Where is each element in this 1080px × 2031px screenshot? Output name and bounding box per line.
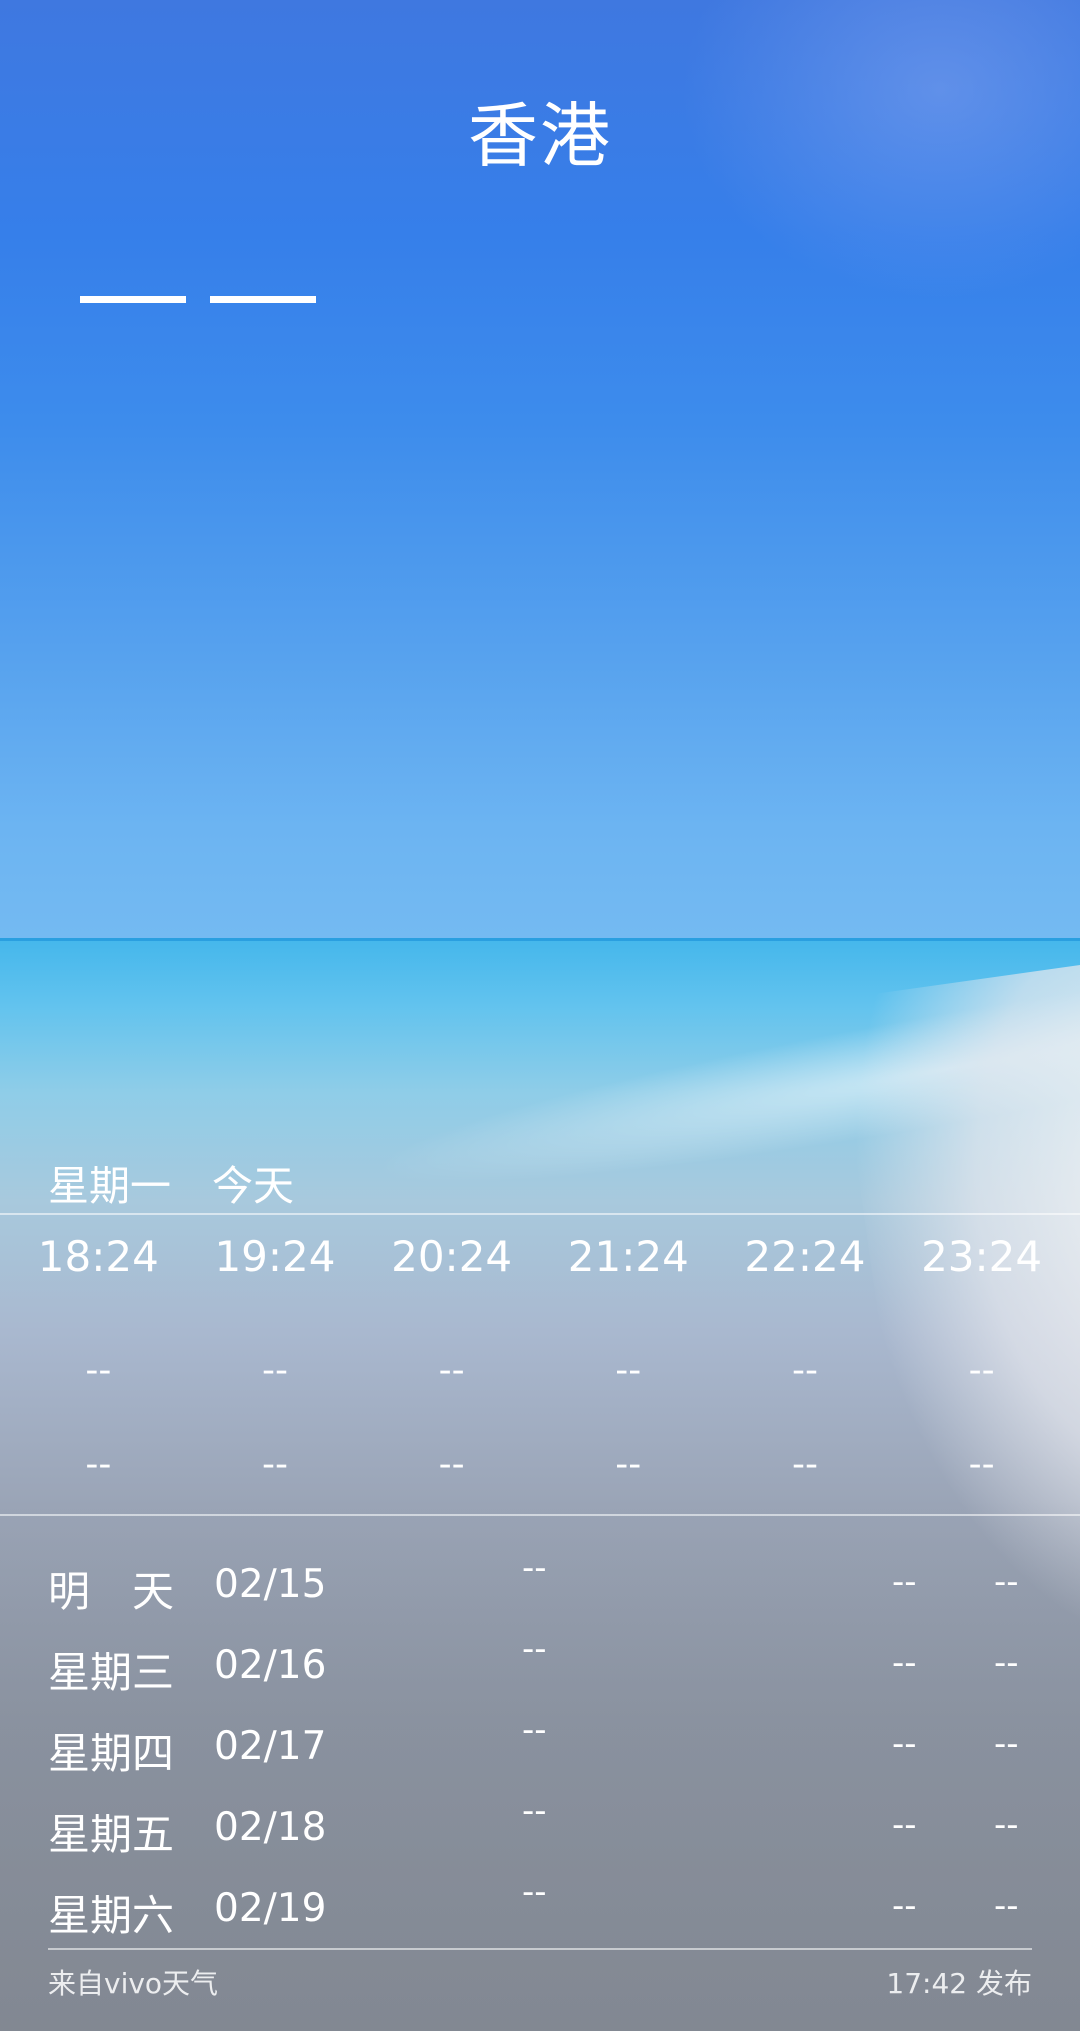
daily-forecast: 明 天 02/15 -- -- -- 星期三 02/16 -- -- -- 星期…: [0, 1548, 1080, 1953]
day-condition: --: [522, 1791, 547, 1831]
hour-column: 21:24 -- --: [548, 1226, 708, 1512]
hour-time: 19:24: [214, 1232, 336, 1281]
hour-value: --: [261, 1444, 288, 1485]
hour-value: --: [438, 1350, 465, 1391]
day-name: 星期四: [48, 1729, 175, 1778]
day-date: 02/19: [214, 1886, 327, 1931]
hour-column: 23:24 -- --: [902, 1226, 1062, 1512]
day-high-temp: --: [994, 1562, 1019, 1602]
hour-value: --: [85, 1350, 112, 1391]
today-weekday: 星期一: [48, 1162, 171, 1210]
hour-column: 19:24 -- --: [195, 1226, 355, 1512]
hour-value: --: [438, 1444, 465, 1485]
day-low-temp: --: [892, 1562, 917, 1602]
horizon: [0, 938, 1080, 941]
today-row: 星期一 今天: [48, 1152, 322, 1212]
day-row[interactable]: 星期六 02/19 -- -- --: [0, 1872, 1080, 1953]
day-date: 02/16: [214, 1643, 327, 1688]
hour-value: --: [85, 1444, 112, 1485]
day-name: 星期六: [48, 1891, 175, 1940]
day-condition: --: [522, 1629, 547, 1669]
hour-column: 20:24 -- --: [372, 1226, 532, 1512]
hour-time: 21:24: [567, 1232, 689, 1281]
day-high-temp: --: [994, 1805, 1019, 1845]
temperature-placeholder-dash: [80, 296, 186, 303]
day-row[interactable]: 星期四 02/17 -- -- --: [0, 1710, 1080, 1791]
hour-value: --: [791, 1444, 818, 1485]
day-name: 明 天: [48, 1567, 175, 1616]
day-low-temp: --: [892, 1805, 917, 1845]
hour-time: 22:24: [744, 1232, 866, 1281]
source-link[interactable]: 来自vivo天气: [48, 1962, 218, 2002]
day-low-temp: --: [892, 1724, 917, 1764]
hour-time: 18:24: [37, 1232, 159, 1281]
hour-time: 20:24: [391, 1232, 513, 1281]
hour-time: 23:24: [921, 1232, 1043, 1281]
temperature-placeholder-dash: [210, 296, 316, 303]
day-high-temp: --: [994, 1724, 1019, 1764]
day-high-temp: --: [994, 1643, 1019, 1683]
hour-column: 18:24 -- --: [18, 1226, 178, 1512]
day-low-temp: --: [892, 1643, 917, 1683]
divider: [0, 1213, 1080, 1215]
hourly-forecast[interactable]: 18:24 -- -- 19:24 -- -- 20:24 -- -- 21:2…: [0, 1226, 1080, 1512]
day-row[interactable]: 明 天 02/15 -- -- --: [0, 1548, 1080, 1629]
day-name: 星期三: [48, 1648, 175, 1697]
hour-value: --: [968, 1350, 995, 1391]
day-date: 02/15: [214, 1562, 327, 1607]
today-label: 今天: [212, 1162, 295, 1210]
hour-column: 22:24 -- --: [725, 1226, 885, 1512]
city-name[interactable]: 香港: [0, 80, 1080, 181]
day-condition: --: [522, 1872, 547, 1912]
hour-value: --: [261, 1350, 288, 1391]
day-low-temp: --: [892, 1886, 917, 1926]
footer-divider: [48, 1948, 1032, 1950]
hour-value: --: [615, 1350, 642, 1391]
day-row[interactable]: 星期五 02/18 -- -- --: [0, 1791, 1080, 1872]
day-high-temp: --: [994, 1886, 1019, 1926]
publish-time: 17:42 发布: [886, 1967, 1032, 2000]
day-date: 02/17: [214, 1724, 327, 1769]
hour-value: --: [615, 1444, 642, 1485]
hour-value: --: [968, 1444, 995, 1485]
day-row[interactable]: 星期三 02/16 -- -- --: [0, 1629, 1080, 1710]
hour-value: --: [791, 1350, 818, 1391]
day-name: 星期五: [48, 1810, 175, 1859]
day-date: 02/18: [214, 1805, 327, 1850]
day-condition: --: [522, 1710, 547, 1750]
divider: [0, 1514, 1080, 1516]
day-condition: --: [522, 1548, 547, 1588]
